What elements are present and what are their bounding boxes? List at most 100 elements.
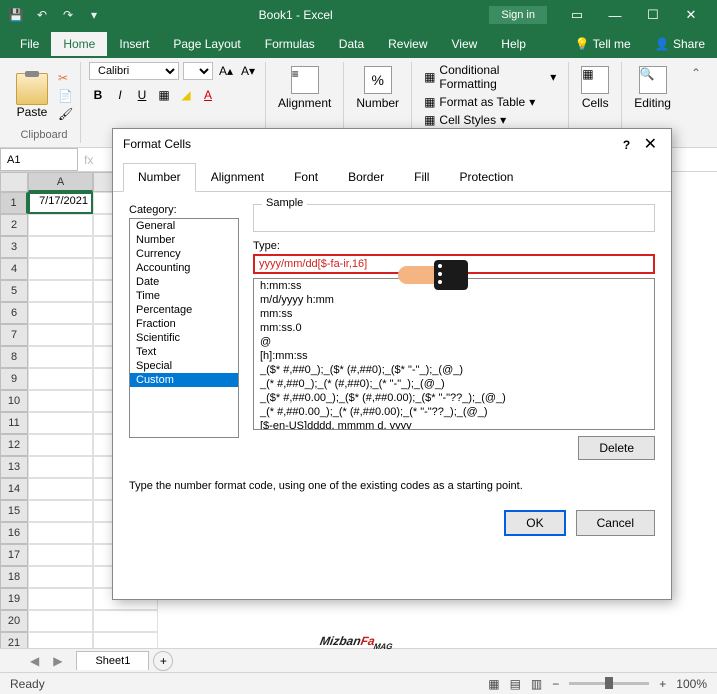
category-item[interactable]: Special xyxy=(130,359,238,373)
zoom-slider[interactable] xyxy=(569,682,649,685)
number-button[interactable]: % Number xyxy=(352,62,403,114)
menu-insert[interactable]: Insert xyxy=(107,32,161,56)
cell[interactable] xyxy=(28,566,93,588)
type-item[interactable]: _(* #,##0.00_);_(* (#,##0.00);_(* "-"??_… xyxy=(254,405,654,419)
tab-nav-prev-icon[interactable]: ◀ xyxy=(30,654,39,668)
menu-review[interactable]: Review xyxy=(376,32,439,56)
alignment-button[interactable]: ≡ Alignment xyxy=(274,62,335,114)
paste-button[interactable]: Paste xyxy=(16,73,48,119)
dialog-close-button[interactable]: ✕ xyxy=(640,136,661,153)
maximize-button[interactable]: ☐ xyxy=(635,3,671,27)
redo-icon[interactable]: ↷ xyxy=(60,7,76,23)
row-header[interactable]: 19 xyxy=(0,588,28,610)
row-header[interactable]: 10 xyxy=(0,390,28,412)
cell[interactable] xyxy=(28,588,93,610)
cell[interactable] xyxy=(28,412,93,434)
cell[interactable] xyxy=(93,610,158,632)
row-header[interactable]: 1 xyxy=(0,192,28,214)
type-item[interactable]: _($* #,##0_);_($* (#,##0);_($* "-"_);_(@… xyxy=(254,363,654,377)
dialog-tab-font[interactable]: Font xyxy=(279,163,333,191)
category-item[interactable]: Date xyxy=(130,275,238,289)
cell[interactable] xyxy=(28,390,93,412)
qat-customize-icon[interactable]: ▾ xyxy=(86,7,102,23)
dialog-tab-number[interactable]: Number xyxy=(123,163,196,192)
font-size-select[interactable]: 11 xyxy=(183,62,213,80)
type-item[interactable]: [h]:mm:ss xyxy=(254,349,654,363)
delete-button[interactable]: Delete xyxy=(578,436,655,460)
type-item[interactable]: h:mm:ss xyxy=(254,279,654,293)
cell[interactable] xyxy=(28,500,93,522)
row-header[interactable]: 9 xyxy=(0,368,28,390)
select-all-corner[interactable] xyxy=(0,172,28,192)
category-item[interactable]: Percentage xyxy=(130,303,238,317)
conditional-formatting-button[interactable]: ▦ Conditional Formatting ▾ xyxy=(420,62,560,92)
cell[interactable] xyxy=(28,368,93,390)
category-item[interactable]: Currency xyxy=(130,247,238,261)
cell[interactable] xyxy=(28,236,93,258)
row-header[interactable]: 5 xyxy=(0,280,28,302)
add-sheet-button[interactable]: + xyxy=(153,651,173,671)
name-box[interactable] xyxy=(0,148,78,171)
menu-formulas[interactable]: Formulas xyxy=(253,32,327,56)
row-header[interactable]: 14 xyxy=(0,478,28,500)
cell[interactable] xyxy=(28,522,93,544)
dialog-tab-fill[interactable]: Fill xyxy=(399,163,444,191)
row-header[interactable]: 18 xyxy=(0,566,28,588)
cell-styles-button[interactable]: ▦ Cell Styles ▾ xyxy=(420,112,560,128)
copy-icon[interactable]: 📄 xyxy=(58,89,72,103)
cell[interactable] xyxy=(28,324,93,346)
row-header[interactable]: 6 xyxy=(0,302,28,324)
view-normal-icon[interactable]: ▦ xyxy=(488,677,499,691)
category-item[interactable]: General xyxy=(130,219,238,233)
category-item[interactable]: Text xyxy=(130,345,238,359)
cut-icon[interactable]: ✂ xyxy=(58,71,72,85)
format-painter-icon[interactable]: 🖌 xyxy=(58,107,72,121)
row-header[interactable]: 7 xyxy=(0,324,28,346)
type-item[interactable]: m/d/yyyy h:mm xyxy=(254,293,654,307)
category-item[interactable]: Accounting xyxy=(130,261,238,275)
cell[interactable] xyxy=(28,610,93,632)
cell[interactable] xyxy=(28,434,93,456)
font-color-icon[interactable]: A xyxy=(199,86,217,104)
category-item[interactable]: Number xyxy=(130,233,238,247)
underline-button[interactable]: U xyxy=(133,86,151,104)
italic-button[interactable]: I xyxy=(111,86,129,104)
menu-home[interactable]: Home xyxy=(51,32,107,56)
row-header[interactable]: 11 xyxy=(0,412,28,434)
save-icon[interactable]: 💾 xyxy=(8,7,24,23)
type-item[interactable]: mm:ss.0 xyxy=(254,321,654,335)
cell[interactable] xyxy=(28,478,93,500)
row-header[interactable]: 16 xyxy=(0,522,28,544)
ribbon-display-icon[interactable]: ▭ xyxy=(559,3,595,27)
menu-help[interactable]: Help xyxy=(489,32,538,56)
cells-button[interactable]: ▦ Cells xyxy=(577,62,613,114)
close-button[interactable]: ✕ xyxy=(673,3,709,27)
dialog-help-icon[interactable]: ? xyxy=(623,138,630,152)
row-header[interactable]: 17 xyxy=(0,544,28,566)
zoom-level[interactable]: 100% xyxy=(676,677,707,691)
cell[interactable] xyxy=(28,456,93,478)
editing-button[interactable]: 🔍 Editing xyxy=(630,62,675,114)
cancel-button[interactable]: Cancel xyxy=(576,510,655,536)
view-break-icon[interactable]: ▥ xyxy=(531,677,542,691)
col-header-a[interactable]: A xyxy=(28,172,93,192)
menu-data[interactable]: Data xyxy=(327,32,376,56)
type-item[interactable]: mm:ss xyxy=(254,307,654,321)
type-item[interactable]: _(* #,##0_);_(* (#,##0);_(* "-"_);_(@_) xyxy=(254,377,654,391)
decrease-font-icon[interactable]: A▾ xyxy=(239,62,257,80)
view-page-icon[interactable]: ▤ xyxy=(510,677,521,691)
menu-view[interactable]: View xyxy=(440,32,490,56)
cell[interactable] xyxy=(28,280,93,302)
cell[interactable]: 7/17/2021 xyxy=(28,192,93,214)
menu-tellme[interactable]: 💡 Tell me xyxy=(563,32,643,56)
menu-file[interactable]: File xyxy=(8,32,51,56)
fill-color-icon[interactable]: ◢ xyxy=(177,86,195,104)
dialog-tab-protection[interactable]: Protection xyxy=(444,163,528,191)
increase-font-icon[interactable]: A▴ xyxy=(217,62,235,80)
row-header[interactable]: 20 xyxy=(0,610,28,632)
row-header[interactable]: 12 xyxy=(0,434,28,456)
category-item[interactable]: Time xyxy=(130,289,238,303)
bold-button[interactable]: B xyxy=(89,86,107,104)
border-icon[interactable]: ▦ xyxy=(155,86,173,104)
row-header[interactable]: 4 xyxy=(0,258,28,280)
